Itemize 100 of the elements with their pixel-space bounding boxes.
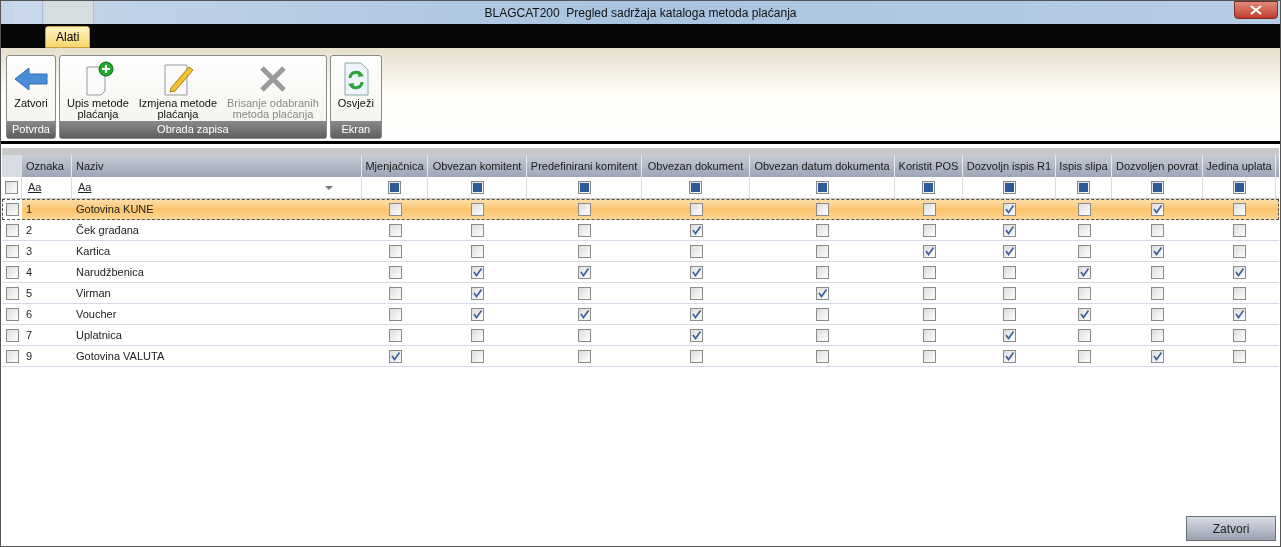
checkbox[interactable] (689, 349, 703, 363)
column-header[interactable]: Jedina uplata (1206, 157, 1272, 175)
checkbox[interactable] (922, 286, 936, 300)
checkbox[interactable] (1151, 328, 1164, 342)
checkbox[interactable] (1233, 286, 1246, 300)
checkbox[interactable] (471, 349, 484, 363)
dropdown-arrow-icon[interactable] (325, 185, 333, 190)
checkbox[interactable] (1077, 223, 1091, 237)
checkbox[interactable] (1003, 265, 1016, 279)
close-button[interactable] (1234, 1, 1278, 19)
column-header[interactable]: Obvezan dokument (647, 157, 744, 175)
checkbox[interactable] (1077, 307, 1091, 321)
checkbox[interactable] (922, 307, 936, 321)
checkbox[interactable] (388, 307, 402, 321)
checkbox[interactable] (388, 203, 402, 216)
row-checkbox[interactable] (5, 265, 19, 279)
checkbox[interactable] (578, 223, 591, 237)
checkbox[interactable] (689, 328, 703, 342)
row-checkbox[interactable] (5, 244, 19, 258)
column-header[interactable]: Mjenjačnica (365, 157, 424, 175)
checkbox[interactable] (816, 203, 829, 216)
column-header[interactable]: Dozvoljen povrat (1116, 157, 1198, 175)
checkbox[interactable] (388, 265, 402, 279)
ribbon-button[interactable]: Izmjena metode plaćanja (134, 56, 222, 121)
ribbon-button[interactable]: Upis metode plaćanja (63, 56, 133, 121)
checkbox[interactable] (1003, 203, 1016, 216)
checkbox[interactable] (689, 223, 703, 237)
checkbox[interactable] (388, 244, 402, 258)
checkbox[interactable] (1077, 286, 1091, 300)
checkbox[interactable] (1151, 244, 1164, 258)
checkbox[interactable] (922, 328, 936, 342)
row-checkbox[interactable] (5, 223, 19, 237)
filter-checkbox[interactable] (689, 181, 702, 194)
filter-checkbox[interactable] (1077, 181, 1090, 194)
checkbox[interactable] (1233, 307, 1246, 321)
checkbox[interactable] (816, 286, 829, 300)
checkbox[interactable] (1003, 244, 1016, 258)
column-header[interactable]: Koristit POS (898, 157, 959, 175)
checkbox[interactable] (816, 349, 829, 363)
filter-checkbox[interactable] (388, 181, 401, 194)
column-header[interactable]: Obvezan komitent (432, 157, 522, 175)
checkbox[interactable] (388, 328, 402, 342)
filter-checkbox[interactable] (470, 181, 484, 194)
checkbox[interactable] (1151, 223, 1164, 237)
checkbox[interactable] (1233, 244, 1246, 258)
checkbox[interactable] (689, 265, 703, 279)
ribbon-button[interactable]: Zatvori (10, 56, 52, 121)
column-header[interactable]: Oznaka (26, 157, 64, 175)
select-all-checkbox[interactable] (5, 181, 18, 194)
checkbox[interactable] (1151, 265, 1164, 279)
checkbox[interactable] (471, 244, 484, 258)
checkbox[interactable] (1003, 349, 1016, 363)
checkbox[interactable] (388, 286, 402, 300)
filter-checkbox[interactable] (815, 181, 829, 194)
checkbox[interactable] (816, 265, 829, 279)
checkbox[interactable] (816, 307, 829, 321)
checkbox[interactable] (689, 244, 703, 258)
checkbox[interactable] (578, 203, 591, 216)
checkbox[interactable] (1233, 349, 1246, 363)
checkbox[interactable] (1233, 203, 1246, 216)
column-header[interactable]: Dozvoljn ispis R1 (966, 157, 1052, 175)
checkbox[interactable] (1233, 328, 1246, 342)
filter-operator[interactable]: Aa (78, 179, 92, 196)
checkbox[interactable] (1151, 203, 1164, 216)
checkbox[interactable] (922, 223, 936, 237)
column-header[interactable]: Obvezan datum dokumenta (754, 157, 890, 175)
row-checkbox[interactable] (5, 307, 19, 321)
filter-checkbox[interactable] (1150, 181, 1164, 194)
checkbox[interactable] (1003, 223, 1016, 237)
filter-checkbox[interactable] (1002, 181, 1016, 194)
checkbox[interactable] (689, 286, 703, 300)
checkbox[interactable] (1003, 307, 1016, 321)
checkbox[interactable] (1151, 307, 1164, 321)
checkbox[interactable] (578, 244, 591, 258)
filter-checkbox[interactable] (1232, 181, 1246, 194)
checkbox[interactable] (1003, 286, 1016, 300)
checkbox[interactable] (471, 265, 484, 279)
column-header[interactable]: Naziv (76, 157, 104, 175)
checkbox[interactable] (1077, 203, 1091, 216)
checkbox[interactable] (1151, 286, 1164, 300)
checkbox[interactable] (1151, 349, 1164, 363)
filter-operator[interactable]: Aa (28, 179, 42, 196)
checkbox[interactable] (1003, 328, 1016, 342)
checkbox[interactable] (1077, 244, 1091, 258)
checkbox[interactable] (471, 328, 484, 342)
checkbox[interactable] (578, 328, 591, 342)
checkbox[interactable] (471, 307, 484, 321)
checkbox[interactable] (816, 244, 829, 258)
ribbon-button[interactable]: Osvježi (333, 56, 378, 121)
row-checkbox[interactable] (5, 203, 19, 216)
row-checkbox[interactable] (5, 328, 19, 342)
ribbon-tab[interactable]: Alati (45, 26, 91, 48)
checkbox[interactable] (922, 265, 936, 279)
checkbox[interactable] (578, 265, 591, 279)
checkbox[interactable] (922, 349, 936, 363)
checkbox[interactable] (922, 244, 936, 258)
close-button[interactable]: Zatvori (1186, 516, 1276, 541)
checkbox[interactable] (471, 286, 484, 300)
row-checkbox[interactable] (5, 349, 19, 363)
filter-checkbox[interactable] (922, 181, 935, 194)
